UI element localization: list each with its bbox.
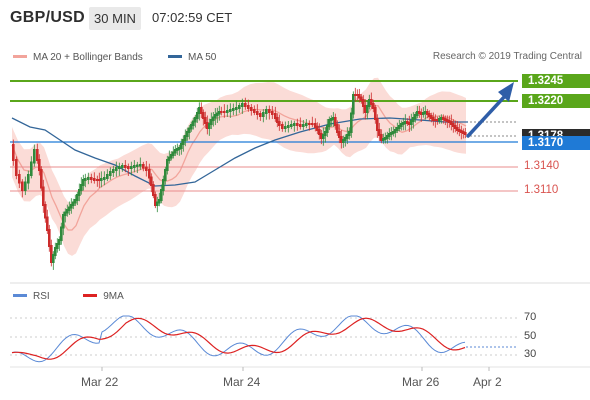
candle-body bbox=[133, 165, 136, 168]
candle-body bbox=[259, 113, 262, 117]
date-label: Mar 26 bbox=[402, 375, 440, 389]
level-label-1-3245: 1.3245 bbox=[522, 74, 590, 88]
candle-body bbox=[106, 174, 109, 179]
candle-body bbox=[93, 178, 96, 181]
candle-body bbox=[223, 111, 226, 113]
candle-body bbox=[265, 109, 268, 114]
date-label: Mar 22 bbox=[81, 375, 119, 389]
candle-body bbox=[296, 123, 299, 126]
candle-body bbox=[287, 125, 290, 128]
candle-body bbox=[253, 109, 256, 113]
candle-body bbox=[42, 186, 45, 206]
level-label-1-3110: 1.3110 bbox=[524, 184, 559, 196]
candle-body bbox=[62, 214, 65, 229]
candle-body bbox=[48, 229, 51, 247]
candle-body bbox=[100, 178, 103, 181]
candle-body bbox=[271, 111, 274, 115]
candle-body bbox=[241, 103, 244, 107]
candle-body bbox=[118, 166, 121, 169]
candle-body bbox=[103, 177, 106, 180]
level-label-1-3220: 1.3220 bbox=[522, 94, 590, 108]
candle-body bbox=[139, 164, 142, 167]
candle-body bbox=[350, 112, 353, 133]
candle-body bbox=[278, 121, 281, 126]
candle-body bbox=[21, 181, 24, 191]
candle-body bbox=[290, 124, 293, 127]
candle-body bbox=[124, 165, 127, 168]
rsi-ma-legend-label: 9MA bbox=[103, 291, 124, 302]
candle-body bbox=[281, 124, 284, 129]
rsi-axis-50: 50 bbox=[524, 330, 537, 342]
candle-body bbox=[136, 164, 139, 167]
candle-body bbox=[238, 105, 241, 109]
rsi-ma-swatch bbox=[83, 293, 98, 297]
candle-body bbox=[112, 169, 115, 173]
candle-body bbox=[262, 112, 265, 117]
candle-body bbox=[127, 166, 130, 169]
candle-body bbox=[464, 132, 467, 135]
candle-body bbox=[299, 124, 302, 127]
candle-body bbox=[352, 94, 355, 115]
rsi-axis-70: 70 bbox=[524, 311, 537, 323]
candle-body bbox=[12, 144, 15, 161]
candle-body bbox=[40, 169, 43, 189]
candle-body bbox=[308, 123, 311, 125]
date-label: Mar 24 bbox=[223, 375, 261, 389]
candle-body bbox=[115, 167, 118, 171]
trend-arrow-icon bbox=[466, 82, 514, 138]
candle-body bbox=[90, 177, 93, 180]
candle-body bbox=[109, 171, 112, 176]
candle-body bbox=[293, 123, 296, 126]
candle-body bbox=[229, 109, 232, 112]
rsi-ma-line bbox=[11, 317, 466, 360]
rsi-legend: RSI 9MA bbox=[13, 291, 124, 302]
rsi-swatch bbox=[13, 293, 27, 297]
candle-body bbox=[130, 166, 133, 169]
candle-body bbox=[24, 181, 27, 191]
candle-body bbox=[18, 174, 21, 184]
candle-body bbox=[247, 105, 250, 109]
candle-body bbox=[30, 161, 33, 176]
candle-body bbox=[145, 166, 148, 171]
candle-body bbox=[305, 123, 308, 126]
rsi-axis-30: 30 bbox=[524, 348, 537, 360]
candle-body bbox=[226, 110, 229, 113]
candle-body bbox=[256, 111, 259, 115]
candle-body bbox=[84, 178, 87, 181]
candle-body bbox=[302, 124, 305, 127]
candle-body bbox=[250, 107, 253, 111]
candle-body bbox=[311, 123, 314, 125]
candle-body bbox=[33, 149, 36, 164]
level-label-1-3170: 1.3170 bbox=[522, 136, 590, 150]
level-label-1-3140: 1.3140 bbox=[524, 160, 560, 172]
candle-body bbox=[284, 126, 287, 129]
date-label: Apr 2 bbox=[473, 375, 502, 389]
rsi-legend-label: RSI bbox=[33, 291, 50, 302]
candle-body bbox=[244, 103, 247, 107]
candle-body bbox=[15, 159, 18, 176]
candle-body bbox=[235, 107, 238, 110]
candle-body bbox=[121, 165, 124, 168]
candle-body bbox=[87, 177, 90, 180]
candle-body bbox=[46, 216, 49, 231]
candle-body bbox=[220, 111, 223, 113]
candle-body bbox=[268, 109, 271, 113]
candle-body bbox=[60, 226, 63, 241]
candle-body bbox=[232, 108, 235, 111]
candle-body bbox=[44, 204, 47, 219]
candle-body bbox=[142, 164, 145, 169]
price-chart[interactable] bbox=[0, 0, 590, 400]
candle-body bbox=[27, 174, 30, 184]
